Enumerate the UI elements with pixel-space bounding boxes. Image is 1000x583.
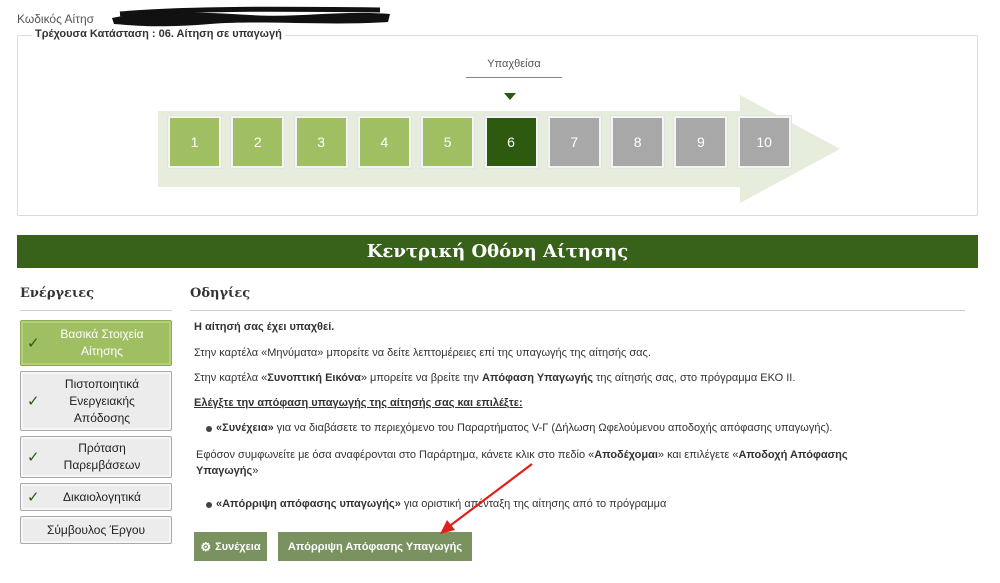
check-icon: ✓ [27, 334, 40, 352]
approved-message: Η αίτησή σας έχει υπαχθεί. [194, 321, 335, 333]
check-icon: ✓ [27, 448, 40, 466]
progress-step-8: 8 [611, 116, 665, 168]
summary-tab-info: Στην καρτέλα «Συνοπτική Εικόνα» μπορείτε… [194, 372, 796, 384]
current-stage-underline [466, 77, 562, 78]
progress-step-10: 10 [737, 116, 791, 168]
continue-button[interactable]: ⚙ Συνέχεια [194, 532, 267, 561]
instructions-divider [190, 310, 965, 311]
progress-step-4: 4 [357, 116, 411, 168]
action-label: Πιστοποιητικά Ενεργειακής Απόδοσης [64, 376, 140, 425]
actions-title: Ενέργειες [20, 286, 95, 301]
action-project-consultant-button[interactable]: Σύμβουλος Έργου [20, 516, 172, 544]
check-icon: ✓ [27, 392, 40, 410]
gear-icon: ⚙ [200, 539, 212, 554]
accept-instruction: Εφόσον συμφωνείτε με όσα αναφέρονται στο… [196, 449, 848, 477]
redaction-scribble [112, 6, 390, 27]
current-status-text: Τρέχουσα Κατάσταση : 06. Αίτηση σε υπαγω… [32, 28, 285, 40]
action-label: Δικαιολογητικά [63, 489, 141, 504]
progress-step-5: 5 [421, 116, 475, 168]
progress-step-2: 2 [231, 116, 285, 168]
messages-tab-info: Στην καρτέλα «Μηνύματα» μπορείτε να δείτ… [194, 347, 651, 359]
progress-step-7: 7 [547, 116, 601, 168]
progress-step-3: 3 [294, 116, 348, 168]
bullet-icon [206, 502, 212, 508]
bullet-icon [206, 426, 212, 432]
reject-decision-button[interactable]: Απόρριψη Απόφασης Υπαγωγής [278, 532, 472, 561]
reject-instruction: «Απόρριψη απόφασης υπαγωγής» για οριστικ… [216, 498, 667, 510]
action-interventions-proposal-button[interactable]: ✓ Πρόταση Παρεμβάσεων [20, 436, 172, 478]
action-energy-certificates-button[interactable]: ✓ Πιστοποιητικά Ενεργειακής Απόδοσης [20, 371, 172, 431]
instructions-title: Οδηγίες [190, 286, 251, 301]
progress-step-1: 1 [168, 116, 221, 168]
progress-step-9: 9 [674, 116, 728, 168]
progress-step-6: 6 [484, 116, 538, 168]
action-basic-info-button[interactable]: ✓ Βασικά Στοιχεία Αίτησης [20, 320, 172, 366]
actions-divider [20, 310, 172, 311]
action-documents-button[interactable]: ✓ Δικαιολογητικά [20, 483, 172, 511]
action-label: Πρόταση Παρεμβάσεων [63, 441, 141, 472]
check-icon: ✓ [27, 488, 40, 506]
action-label: Σύμβουλος Έργου [46, 522, 146, 537]
application-code-label: Κωδικός Αίτησ [17, 12, 95, 26]
current-stage-label: Υπαχθείσα [487, 58, 541, 70]
check-decision-heading: Ελέγξτε την απόφαση υπαγωγής της αίτησής… [194, 397, 523, 409]
continue-instruction: «Συνέχεια» για να διαβάσετε το περιεχόμε… [216, 422, 833, 434]
main-screen-title: Κεντρική Οθόνη Αίτησης [17, 235, 978, 268]
action-label: Βασικά Στοιχεία Αίτησης [60, 327, 144, 358]
